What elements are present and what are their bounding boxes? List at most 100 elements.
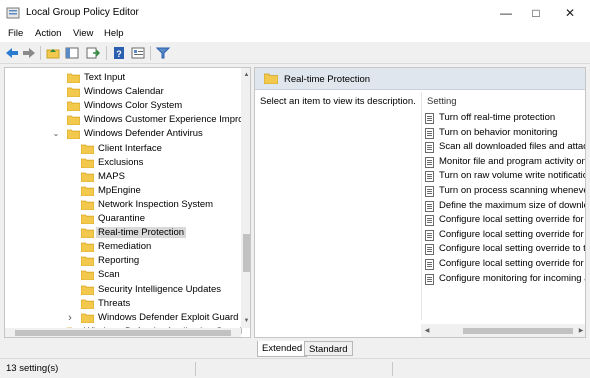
export-list-button[interactable] xyxy=(85,45,101,61)
tree-vertical-scrollbar[interactable]: ▲ ▼ xyxy=(241,68,250,328)
policy-setting-icon xyxy=(425,273,434,285)
setting-row[interactable]: Configure local setting override for tur… xyxy=(425,213,585,227)
tree-item[interactable]: Reporting xyxy=(5,254,241,268)
tree-item[interactable]: › Windows Defender Exploit Guard xyxy=(5,311,241,325)
scroll-down-arrow-icon[interactable]: ▼ xyxy=(241,316,250,326)
chevron-right-icon[interactable]: › xyxy=(65,312,75,324)
folder-icon xyxy=(80,313,95,324)
setting-column-header[interactable]: Setting xyxy=(427,96,457,107)
policy-setting-icon xyxy=(425,229,434,241)
folder-icon xyxy=(80,270,95,281)
menu-file[interactable]: File xyxy=(8,28,23,39)
svg-text:?: ? xyxy=(116,49,122,59)
chevron-down-icon[interactable]: ⌄ xyxy=(51,128,61,140)
tab-extended[interactable]: Extended xyxy=(257,341,308,357)
export-icon xyxy=(86,47,100,59)
tree-item[interactable]: Windows Customer Experience Improv xyxy=(5,113,248,127)
tree-item[interactable]: Security Intelligence Updates xyxy=(5,283,241,297)
scroll-up-arrow-icon[interactable]: ▲ xyxy=(241,70,250,80)
folder-icon xyxy=(80,214,95,225)
tree-item[interactable]: Real-time Protection xyxy=(5,226,241,240)
back-button[interactable] xyxy=(4,45,20,61)
tree-item[interactable]: Windows Calendar xyxy=(5,85,241,99)
tree-item[interactable]: Quarantine xyxy=(5,212,241,226)
toolbar-separator xyxy=(40,46,41,60)
setting-row[interactable]: Turn on behavior monitoring xyxy=(425,126,585,140)
details-horizontal-scroll-thumb[interactable] xyxy=(463,328,573,334)
setting-row[interactable]: Configure monitoring for incoming and ou… xyxy=(425,272,585,286)
tree-item[interactable]: Threats xyxy=(5,297,241,311)
help-icon: ? xyxy=(114,47,124,59)
show-hide-tree-button[interactable] xyxy=(64,45,80,61)
details-horizontal-scrollbar[interactable]: ◀ ▶ xyxy=(421,324,585,337)
tree-horizontal-scrollbar[interactable] xyxy=(5,328,241,337)
close-button[interactable]: ✕ xyxy=(554,2,586,24)
tree-item[interactable]: MpEngine xyxy=(5,184,241,198)
tree-vertical-scroll-thumb[interactable] xyxy=(243,234,250,272)
setting-row[interactable]: Turn on raw volume write notifications xyxy=(425,169,586,183)
tree-item[interactable]: Client Interface xyxy=(5,142,241,156)
forward-button[interactable] xyxy=(21,45,37,61)
tree-item-label: Scan xyxy=(98,269,120,281)
setting-row[interactable]: Configure local setting override for sca… xyxy=(425,228,585,242)
tree-item-label: Real-time Protection xyxy=(96,227,187,239)
menu-bar: File Action View Help xyxy=(0,26,590,42)
tree-item-label: MpEngine xyxy=(98,184,141,196)
minimize-icon: — xyxy=(500,6,512,20)
tree-item[interactable]: Network Inspection System xyxy=(5,198,241,212)
folder-icon xyxy=(80,172,95,183)
scroll-right-arrow-icon[interactable]: ▶ xyxy=(576,326,585,336)
tree-item[interactable]: Remediation xyxy=(5,240,241,254)
folder-icon xyxy=(80,186,95,197)
maximize-button[interactable]: □ xyxy=(520,2,552,24)
tree-item-label: Threats xyxy=(98,297,131,309)
setting-label: Configure local setting override for mon… xyxy=(439,258,585,269)
setting-row[interactable]: Turn off real-time protection xyxy=(425,111,585,125)
column-divider xyxy=(421,92,422,320)
setting-label: Define the maximum size of downloaded fi… xyxy=(439,199,585,211)
policy-setting-icon xyxy=(425,113,434,124)
policy-setting-icon xyxy=(425,215,434,227)
help-button[interactable]: ? xyxy=(111,45,127,61)
policy-editor-app-icon xyxy=(6,7,20,19)
policy-setting-icon xyxy=(425,186,434,197)
setting-row[interactable]: Monitor file and program activity on you… xyxy=(425,155,586,169)
setting-label: Monitor file and program activity on you… xyxy=(439,155,586,167)
filter-button[interactable] xyxy=(155,45,171,61)
menu-view[interactable]: View xyxy=(73,28,93,39)
up-level-button[interactable] xyxy=(45,45,61,61)
tree-item[interactable]: Exclusions xyxy=(5,156,241,170)
status-separator xyxy=(195,362,196,376)
tree-item[interactable]: MAPS xyxy=(5,170,241,184)
setting-row[interactable]: Scan all downloaded files and attachment… xyxy=(425,140,586,154)
tree-item-label: Windows Defender Antivirus xyxy=(84,128,203,140)
setting-row[interactable]: Define the maximum size of downloaded fi… xyxy=(425,199,585,213)
console-tree[interactable]: Text Input Windows Calendar Windows Color … xyxy=(4,67,251,338)
toolbar-separator xyxy=(150,46,151,60)
tree-item[interactable]: Scan xyxy=(5,268,241,282)
folder-icon xyxy=(80,228,95,239)
setting-label: Configure local setting override to turn… xyxy=(439,243,586,255)
tree-item[interactable]: ⌄ Windows Defender Antivirus xyxy=(5,127,241,141)
minimize-button[interactable]: — xyxy=(490,2,522,24)
setting-row[interactable]: Turn on process scanning whenever real-t… xyxy=(425,184,585,198)
menu-help[interactable]: Help xyxy=(104,28,124,39)
tree-item-label: Windows Customer Experience Improv xyxy=(84,114,249,126)
toolbar: ? xyxy=(0,42,590,64)
menu-action[interactable]: Action xyxy=(35,28,61,39)
policy-setting-icon xyxy=(425,142,434,154)
tree-item[interactable]: Windows Color System xyxy=(5,99,241,113)
setting-row[interactable]: Configure local setting override to turn… xyxy=(425,242,586,256)
setting-row[interactable]: Configure local setting override for mon… xyxy=(425,257,585,271)
setting-label: Turn on behavior monitoring xyxy=(439,126,558,138)
close-icon: ✕ xyxy=(564,6,576,20)
setting-label: Scan all downloaded files and attachment… xyxy=(439,141,586,153)
properties-button[interactable] xyxy=(130,45,146,61)
folder-icon xyxy=(80,285,95,295)
scroll-left-arrow-icon[interactable]: ◀ xyxy=(422,326,432,336)
tab-standard[interactable]: Standard xyxy=(304,341,353,356)
tree-item[interactable]: Text Input xyxy=(5,71,241,85)
setting-label: Turn on raw volume write notifications xyxy=(439,170,586,182)
tree-horizontal-scroll-thumb[interactable] xyxy=(15,330,231,336)
tree-item-label: Client Interface xyxy=(98,142,162,154)
